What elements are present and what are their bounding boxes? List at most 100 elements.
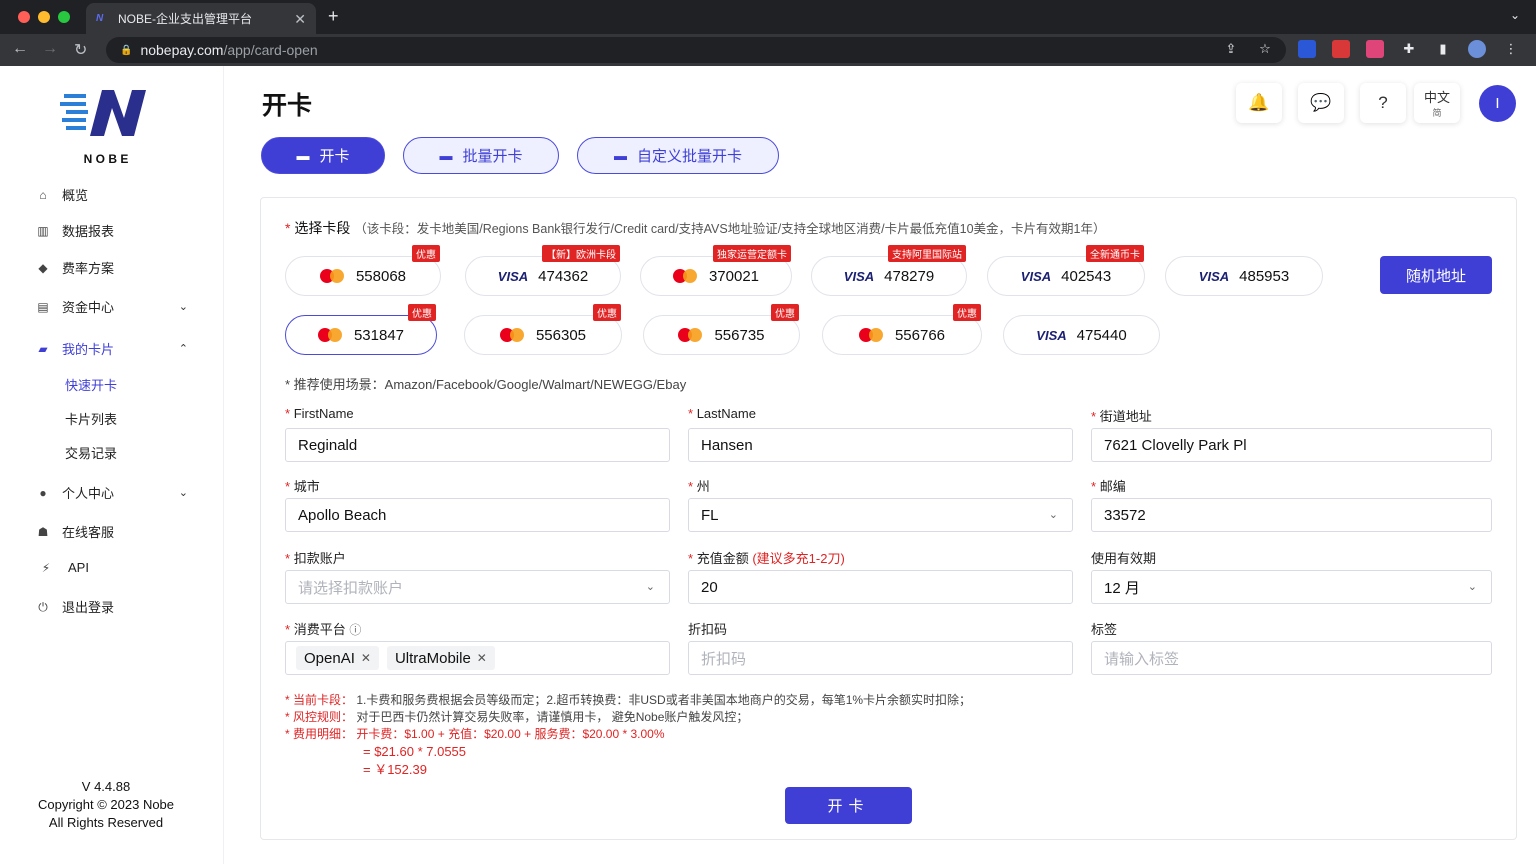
favicon-icon: N: [96, 12, 104, 24]
browser-tab[interactable]: N NOBE-企业支出管理平台 ✕: [86, 3, 316, 34]
last-name-label: * LastName: [688, 406, 756, 421]
visa-logo-icon: VISA: [843, 268, 875, 284]
nobe-logo: N O B E: [60, 90, 146, 166]
copyright-text: Copyright © 2023 Nobe: [37, 797, 175, 812]
fee-line-3: = ￥152.39: [363, 762, 427, 777]
discount-input[interactable]: 折扣码: [688, 641, 1073, 675]
tags-input[interactable]: 请输入标签: [1091, 641, 1492, 675]
minimize-window-icon[interactable]: [38, 11, 50, 23]
sidebar-item-support[interactable]: ☗ 在线客服: [36, 522, 196, 541]
reload-icon[interactable]: ↻: [74, 40, 87, 60]
zip-input[interactable]: 33572: [1091, 498, 1492, 532]
card-bin-option[interactable]: 558068 优惠: [285, 245, 441, 296]
bookmark-star-icon[interactable]: ☆: [1256, 40, 1274, 58]
state-select[interactable]: FL ⌄: [688, 498, 1073, 532]
url-host: nobepay.com: [140, 42, 224, 58]
mastercard-logo-icon: [678, 328, 703, 342]
card-bin-option[interactable]: 370021 独家运营定额卡: [640, 245, 792, 296]
city-label: * 城市: [285, 479, 320, 494]
card-bin-option[interactable]: VISA 475440: [1003, 315, 1160, 355]
side-panel-icon[interactable]: ▮: [1434, 40, 1452, 58]
card-section-title: * 选择卡段 （该卡段：发卡地美国/Regions Bank银行发行/Credi…: [285, 220, 1106, 236]
sidebar-subitem-transactions[interactable]: 交易记录: [65, 443, 117, 462]
last-name-input[interactable]: Hansen: [688, 428, 1073, 462]
share-icon[interactable]: ⇪: [1222, 40, 1240, 58]
card-bin-badge: 支持阿里国际站: [888, 245, 966, 262]
tab-search-chevron-icon[interactable]: ⌄: [1510, 8, 1520, 22]
card-bin-option[interactable]: VISA 485953: [1165, 256, 1323, 296]
sidebar-item-my-cards[interactable]: ▰ 我的卡片 ⌃: [36, 339, 196, 358]
maximize-window-icon[interactable]: [58, 11, 70, 23]
sidebar-item-profile[interactable]: ● 个人中心 ⌄: [36, 483, 196, 502]
extension-icon[interactable]: [1298, 40, 1316, 58]
avatar[interactable]: I: [1479, 85, 1516, 122]
visa-logo-icon: VISA: [497, 268, 529, 284]
sidebar-item-overview[interactable]: ⌂ 概览: [36, 185, 196, 204]
back-icon[interactable]: ←: [12, 40, 28, 58]
discount-label: 折扣码: [688, 622, 728, 637]
sidebar-item-label: API: [68, 560, 89, 575]
notification-bell-icon[interactable]: 🔔: [1236, 83, 1282, 123]
validity-value: 12 月: [1104, 579, 1140, 597]
sidebar-item-label: 在线客服: [62, 525, 115, 540]
card-bin-number: 402543: [1061, 267, 1112, 285]
card-bin-badge: 优惠: [593, 304, 621, 321]
address-bar[interactable]: 🔒 nobepay.com/app/card-open: [106, 37, 1286, 63]
profile-icon[interactable]: [1468, 40, 1486, 58]
puzzle-icon[interactable]: ✚: [1400, 40, 1418, 58]
sidebar-item-label: 退出登录: [62, 600, 115, 615]
card-bin-option[interactable]: VISA 402543 全新通币卡: [987, 245, 1145, 296]
help-icon[interactable]: ?: [1360, 83, 1406, 123]
visa-logo-icon: VISA: [1198, 268, 1230, 284]
random-address-button[interactable]: 随机地址: [1380, 256, 1492, 294]
tab-custom-batch-open[interactable]: ▬ 自定义批量开卡: [577, 137, 779, 174]
sidebar-item-funds[interactable]: ▤ 资金中心 ⌄: [36, 297, 196, 316]
card-bin-option[interactable]: VISA 478279 支持阿里国际站: [811, 245, 967, 296]
card-bin-option[interactable]: 531847 优惠: [285, 304, 437, 355]
card-bin-number: 556305: [535, 326, 587, 344]
close-tab-icon[interactable]: ✕: [294, 11, 306, 28]
card-icon: ▰: [38, 341, 48, 356]
language-switch[interactable]: 中文 简: [1414, 83, 1460, 123]
new-tab-icon[interactable]: +: [328, 6, 339, 27]
open-card-submit-button[interactable]: 开卡: [785, 787, 912, 824]
card-bin-option[interactable]: 556735 优惠: [643, 304, 800, 355]
url-path: /app/card-open: [223, 42, 318, 58]
amount-input[interactable]: 20: [688, 570, 1073, 604]
card-bin-option[interactable]: 556766 优惠: [822, 304, 982, 355]
close-window-icon[interactable]: [18, 11, 30, 23]
version-text: V 4.4.88: [81, 779, 131, 794]
message-icon[interactable]: 💬: [1298, 83, 1344, 123]
street-input[interactable]: 7621 Clovelly Park Pl: [1091, 428, 1492, 462]
forward-icon[interactable]: →: [42, 40, 58, 58]
validity-label: 使用有效期: [1091, 551, 1157, 566]
sidebar-subitem-quick-open[interactable]: 快速开卡: [65, 375, 117, 394]
city-input[interactable]: Apollo Beach: [285, 498, 670, 532]
card-bin-number: 485953: [1239, 267, 1290, 285]
tab-label: 开卡: [319, 148, 350, 165]
extension-icon[interactable]: [1332, 40, 1350, 58]
card-bin-badge: 独家运营定额卡: [713, 245, 791, 262]
sidebar-item-api[interactable]: ⚡ API: [36, 560, 196, 575]
browser-menu-icon[interactable]: ⋮: [1502, 40, 1520, 58]
card-bin-option[interactable]: 556305 优惠: [464, 304, 622, 355]
sidebar-item-logout[interactable]: ⏻ 退出登录: [36, 597, 196, 616]
lock-icon: 🔒: [120, 44, 133, 56]
first-name-input[interactable]: Reginald: [285, 428, 670, 462]
tab-batch-open[interactable]: ▬ 批量开卡: [403, 137, 559, 174]
card-bin-option[interactable]: VISA 474362 【新】欧洲卡段: [465, 245, 621, 296]
chevron-up-icon: ⌃: [178, 343, 188, 355]
card-bin-number: 370021: [708, 267, 760, 285]
extension-icon[interactable]: [1366, 40, 1384, 58]
mastercard-logo-icon: [319, 269, 344, 283]
validity-select[interactable]: 12 月 ⌄: [1091, 570, 1492, 604]
platform-multiselect[interactable]: OpenAI ✕ UltraMobile ✕: [285, 641, 670, 675]
account-select[interactable]: 请选择扣款账户 ⌄: [285, 570, 670, 604]
sidebar: N O B E ⌂ 概览 ▥ 数据报表 ◆ 费率方案 ▤ 资金中心 ⌄ ▰ 我的卡片 ⌃ 快速…: [0, 66, 224, 864]
sidebar-item-rates[interactable]: ◆ 费率方案: [36, 258, 196, 277]
remove-chip-icon[interactable]: ✕: [361, 651, 371, 665]
sidebar-item-reports[interactable]: ▥ 数据报表: [36, 221, 196, 240]
remove-chip-icon[interactable]: ✕: [477, 651, 487, 665]
tab-open-card[interactable]: ▬ 开卡: [261, 137, 385, 174]
sidebar-subitem-card-list[interactable]: 卡片列表: [65, 409, 117, 428]
